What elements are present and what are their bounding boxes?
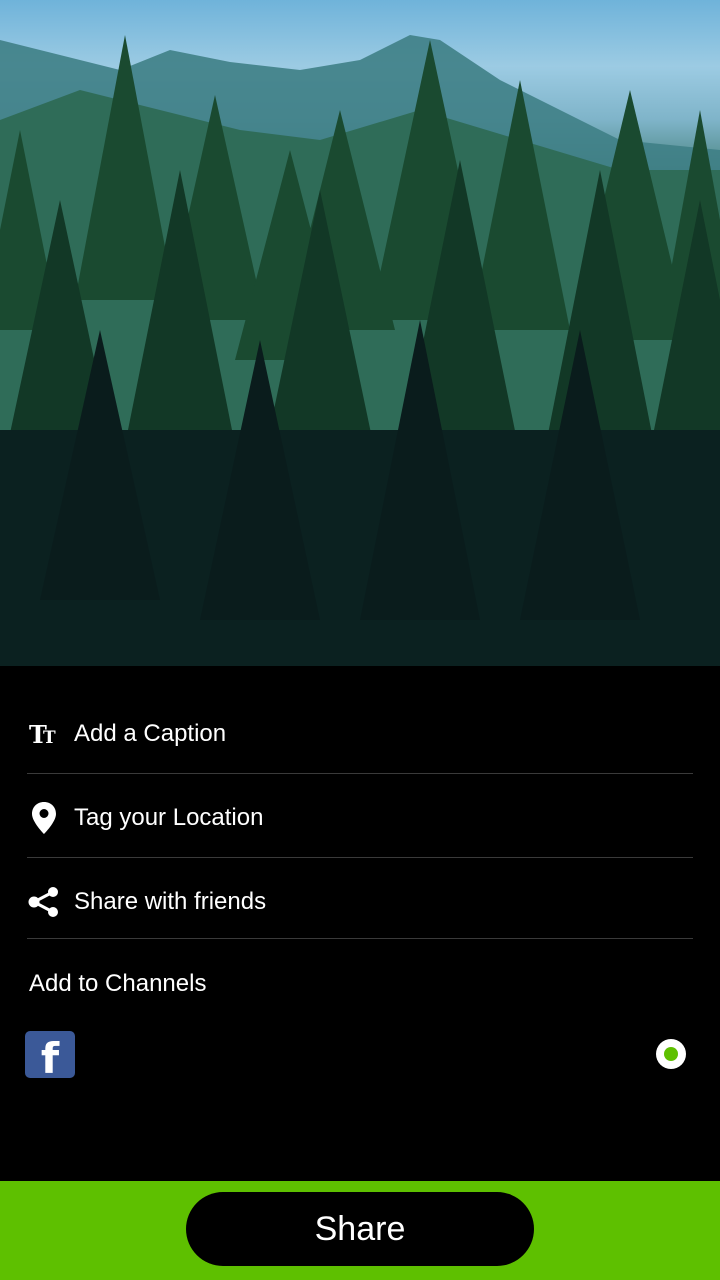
add-caption-row[interactable]: T T Add a Caption [27, 692, 693, 776]
facebook-icon[interactable]: f [25, 1031, 75, 1078]
text-size-icon: T T [27, 717, 61, 751]
location-pin-icon [27, 801, 61, 835]
add-caption-label: Add a Caption [74, 720, 227, 747]
tag-location-label: Tag your Location [74, 804, 264, 831]
share-friends-row[interactable]: Share with friends [27, 860, 693, 944]
svg-text:T: T [43, 728, 56, 747]
divider [27, 773, 693, 774]
photo-preview [0, 0, 720, 666]
tag-location-row[interactable]: Tag your Location [27, 776, 693, 860]
share-button[interactable]: Share [186, 1192, 534, 1266]
share-icon [27, 885, 61, 919]
divider [27, 938, 693, 939]
share-friends-label: Share with friends [74, 888, 267, 915]
facebook-glyph: f [40, 1034, 60, 1079]
selected-indicator [664, 1047, 678, 1061]
channels-title: Add to Channels [29, 970, 207, 997]
facebook-channel-toggle[interactable] [656, 1039, 686, 1069]
divider [27, 857, 693, 858]
